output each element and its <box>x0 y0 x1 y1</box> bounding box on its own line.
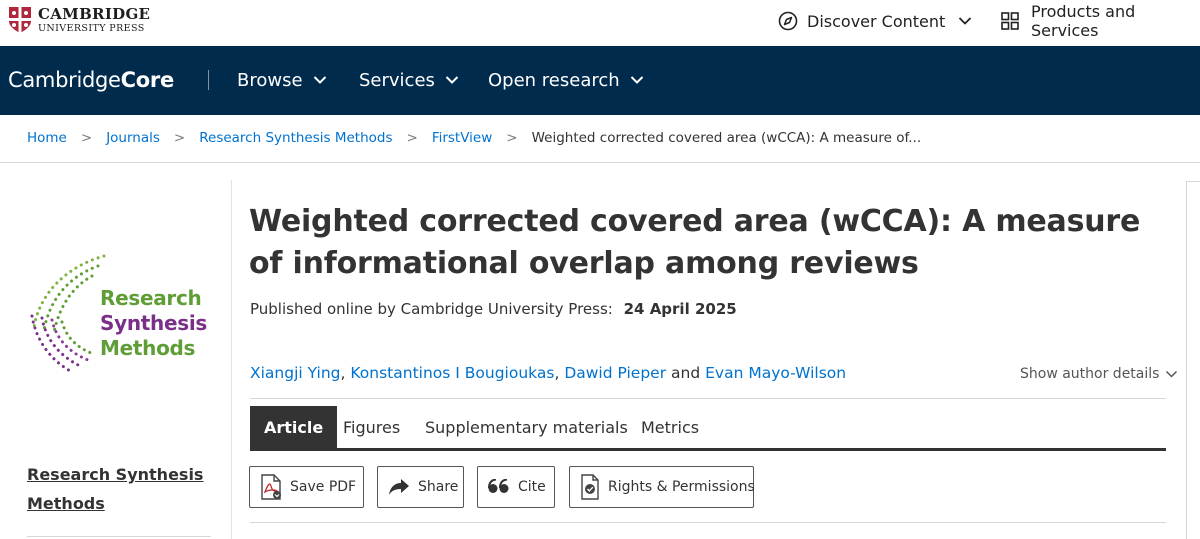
actions-divider <box>250 522 1166 523</box>
article-tabs: Article Figures Supplementary materials … <box>250 406 1166 451</box>
tab-article[interactable]: Article <box>250 406 338 448</box>
author-list: Xiangji Ying, Konstantinos I Bougioukas,… <box>250 364 846 382</box>
breadcrumb-separator: > <box>80 130 93 146</box>
article-title: Weighted corrected covered area (wCCA): … <box>249 204 1141 281</box>
publisher-name-line2: UNIVERSITY PRESS <box>38 22 145 34</box>
chevron-down-icon <box>445 76 459 84</box>
sidebar-journal-link[interactable]: Research Synthesis Methods <box>27 460 217 518</box>
author-link[interactable]: Evan Mayo-Wilson <box>705 364 846 382</box>
nav-browse-label: Browse <box>237 69 303 91</box>
breadcrumb-separator: > <box>406 130 418 146</box>
rights-permissions-button[interactable]: Rights & Permissions <box>569 466 755 508</box>
quote-icon <box>488 479 509 493</box>
main-navbar: CambridgeCore Browse Services Open resea… <box>0 46 1200 115</box>
university-shield-icon <box>9 7 31 33</box>
tab-supplementary-materials[interactable]: Supplementary materials <box>425 406 628 448</box>
share-arrow-icon <box>389 479 409 495</box>
discover-content-menu[interactable]: Discover Content <box>778 9 972 33</box>
save-pdf-button[interactable]: Save PDF <box>249 466 364 508</box>
journal-logo-line2: Synthesis <box>100 311 208 335</box>
brand-light: Cambridge <box>8 68 121 92</box>
chevron-down-icon <box>1166 370 1178 378</box>
published-label: Published online by Cambridge University… <box>250 300 613 318</box>
products-services-label: Products and Services <box>1031 2 1136 40</box>
nav-services[interactable]: Services <box>359 68 459 92</box>
show-author-details-button[interactable]: Show author details <box>1020 364 1178 384</box>
author-link[interactable]: Konstantinos I Bougioukas <box>350 364 554 382</box>
cambridge-university-press-logo[interactable]: CAMBRIDGE UNIVERSITY PRESS <box>8 6 150 34</box>
breadcrumb-journals[interactable]: Journals <box>106 130 160 146</box>
tab-figures[interactable]: Figures <box>343 406 400 448</box>
nav-services-label: Services <box>359 69 435 91</box>
pdf-file-icon <box>261 474 281 500</box>
navbar-divider <box>208 70 209 90</box>
publisher-name-line1: CAMBRIDGE <box>38 4 151 23</box>
cite-button[interactable]: Cite <box>477 466 555 508</box>
sidebar-rule <box>27 536 211 537</box>
nav-open-research-label: Open research <box>488 69 620 91</box>
cambridge-core-logo[interactable]: CambridgeCore <box>8 68 174 92</box>
journal-logo-line1: Research <box>100 286 202 310</box>
published-date: 24 April 2025 <box>623 300 737 318</box>
author-separator: , <box>340 364 346 382</box>
nav-open-research[interactable]: Open research <box>488 68 644 92</box>
author-separator: , <box>554 364 560 382</box>
breadcrumb-divider <box>0 162 1200 163</box>
breadcrumb-firstview[interactable]: FirstView <box>432 130 492 146</box>
chevron-down-icon <box>959 17 972 25</box>
right-panel-edge <box>1186 181 1200 539</box>
breadcrumb-home[interactable]: Home <box>27 130 67 146</box>
top-bar: CAMBRIDGE UNIVERSITY PRESS Discover Cont… <box>0 0 1200 46</box>
chevron-down-icon <box>630 76 643 84</box>
document-check-icon <box>581 474 599 500</box>
share-button[interactable]: Share <box>377 466 464 508</box>
author-link[interactable]: Xiangji Ying <box>250 364 341 382</box>
tab-metrics[interactable]: Metrics <box>641 406 699 448</box>
author-link[interactable]: Dawid Pieper <box>564 364 666 382</box>
rights-permissions-label: Rights & Permissions <box>608 479 755 495</box>
nav-browse[interactable]: Browse <box>237 68 327 92</box>
chevron-down-icon <box>313 76 326 84</box>
header-divider <box>250 398 1166 399</box>
publisher-name: CAMBRIDGE UNIVERSITY PRESS <box>38 4 151 34</box>
breadcrumb-journal[interactable]: Research Synthesis Methods <box>199 130 392 146</box>
grid-icon <box>1001 12 1019 30</box>
breadcrumb-separator: > <box>173 130 186 146</box>
author-and: and <box>671 364 701 382</box>
sidebar-divider <box>231 180 232 539</box>
breadcrumb-current: Weighted corrected covered area (wCCA): … <box>531 130 922 146</box>
breadcrumb: Home > Journals > Research Synthesis Met… <box>27 129 921 147</box>
journal-logo-text: Research Synthesis Methods <box>100 286 207 361</box>
share-label: Share <box>418 479 459 495</box>
cite-label: Cite <box>518 479 546 495</box>
show-author-details-label: Show author details <box>1020 366 1160 382</box>
breadcrumb-separator: > <box>506 130 518 146</box>
compass-icon <box>778 11 798 31</box>
products-services-menu[interactable]: Products and Services <box>1001 2 1200 40</box>
dotted-arcs-icon <box>30 254 106 374</box>
save-pdf-label: Save PDF <box>290 479 357 495</box>
published-info: Published online by Cambridge University… <box>250 300 737 318</box>
brand-bold: Core <box>120 68 175 92</box>
discover-content-label: Discover Content <box>807 11 946 31</box>
journal-logo-line3: Methods <box>100 336 196 360</box>
